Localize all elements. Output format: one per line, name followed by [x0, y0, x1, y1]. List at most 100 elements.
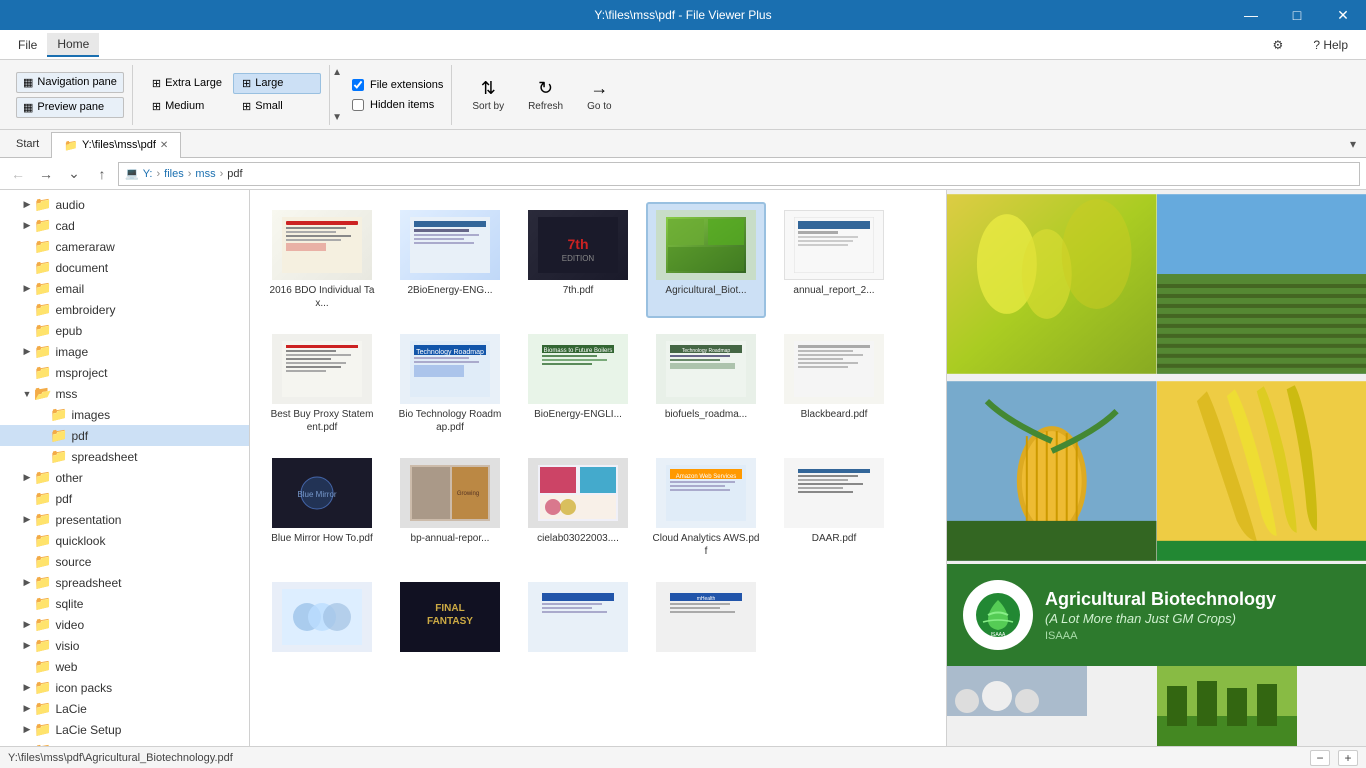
- file-item[interactable]: DAAR.pdf: [774, 450, 894, 566]
- file-item[interactable]: Blue Mirror Blue Mirror How To.pdf: [262, 450, 382, 566]
- minimize-button[interactable]: —: [1228, 0, 1274, 30]
- sidebar-item-document[interactable]: 📁 document: [0, 257, 249, 278]
- sidebar-item-mss-images[interactable]: 📁 images: [0, 404, 249, 425]
- refresh-icon: ↻: [538, 78, 553, 99]
- file-item[interactable]: Blackbeard.pdf: [774, 326, 894, 442]
- zoom-out-button[interactable]: −: [1310, 750, 1330, 766]
- zoom-in-button[interactable]: +: [1338, 750, 1358, 766]
- sidebar-item-vm[interactable]: ▶ 📁 vm: [0, 740, 249, 746]
- sidebar-item-presentation[interactable]: ▶ 📁 presentation: [0, 509, 249, 530]
- sidebar-item-image[interactable]: ▶ 📁 image: [0, 341, 249, 362]
- folder-icon: 📁: [34, 217, 51, 234]
- file-item[interactable]: [262, 574, 382, 664]
- sidebar-item-pdf[interactable]: 📁 pdf: [0, 488, 249, 509]
- back-button[interactable]: ←: [6, 162, 30, 186]
- preview-image-cell-2: [1157, 190, 1366, 377]
- navigation-pane-button[interactable]: ▦ Navigation pane: [16, 72, 124, 93]
- folder-icon: 📁: [34, 196, 51, 213]
- file-item[interactable]: Technology Roadmap Bio Technology Roadma…: [390, 326, 510, 442]
- file-name: Blackbeard.pdf: [801, 408, 868, 421]
- sidebar-item-epub[interactable]: 📁 epub: [0, 320, 249, 341]
- sidebar-item-other[interactable]: ▶ 📁 other: [0, 467, 249, 488]
- menu-home[interactable]: Home: [47, 33, 99, 57]
- sidebar-item-lacie-setup[interactable]: ▶ 📁 LaCie Setup: [0, 719, 249, 740]
- sidebar-item-source[interactable]: 📁 source: [0, 551, 249, 572]
- breadcrumb-mss[interactable]: mss: [195, 168, 215, 180]
- file-item[interactable]: Technology Roadmap biofuels_roadma...: [646, 326, 766, 442]
- file-item[interactable]: annual_report_2...: [774, 202, 894, 318]
- large-button[interactable]: ⊞ Large: [233, 73, 321, 94]
- close-button[interactable]: ✕: [1320, 0, 1366, 30]
- folder-icon: 📁: [34, 574, 51, 591]
- file-grid-container: 2016 BDO Individual Tax... 2BioEnergy-EN…: [250, 190, 946, 746]
- file-item[interactable]: FINAL FANTASY: [390, 574, 510, 664]
- file-extensions-checkbox[interactable]: [352, 79, 364, 91]
- extra-large-button[interactable]: ⊞ Extra Large: [143, 73, 231, 94]
- file-item[interactable]: 2BioEnergy-ENG...: [390, 202, 510, 318]
- sort-by-button[interactable]: ⇅ Sort by: [462, 67, 514, 123]
- hidden-items-checkbox-row[interactable]: Hidden items: [352, 97, 443, 113]
- sidebar-item-cad[interactable]: ▶ 📁 cad: [0, 215, 249, 236]
- maximize-button[interactable]: □: [1274, 0, 1320, 30]
- sidebar-item-quicklook[interactable]: 📁 quicklook: [0, 530, 249, 551]
- file-item[interactable]: cielab03022003....: [518, 450, 638, 566]
- breadcrumb-y[interactable]: Y:: [143, 168, 153, 180]
- preview-pane-button[interactable]: ▦ Preview pane: [16, 97, 124, 118]
- preview-pane: ISAAA Agricultural Biotechnology (A Lot …: [946, 190, 1366, 746]
- up-button[interactable]: ↑: [90, 162, 114, 186]
- sidebar-item-icon-packs[interactable]: ▶ 📁 icon packs: [0, 677, 249, 698]
- sidebar-item-msproject[interactable]: 📁 msproject: [0, 362, 249, 383]
- tabs-dropdown[interactable]: ▾: [1344, 137, 1362, 151]
- ribbon-size-group: ⊞ Extra Large ⊞ Large ⊞ Medium ⊞ Small: [135, 65, 330, 125]
- file-item-selected[interactable]: Agricultural_Biot...: [646, 202, 766, 318]
- refresh-button[interactable]: ↻ Refresh: [518, 67, 573, 123]
- file-item[interactable]: Growing bp-annual-repor...: [390, 450, 510, 566]
- file-thumbnail: mHealth: [656, 582, 756, 652]
- sidebar-item-mss[interactable]: ▼ 📂 mss: [0, 383, 249, 404]
- sidebar-item-sqlite[interactable]: 📁 sqlite: [0, 593, 249, 614]
- file-thumbnail: [272, 582, 372, 652]
- svg-text:FANTASY: FANTASY: [427, 616, 473, 627]
- expand-button[interactable]: ⌄: [62, 162, 86, 186]
- file-item[interactable]: [518, 574, 638, 664]
- file-item[interactable]: mHealth: [646, 574, 766, 664]
- nav-pane-icon: ▦: [23, 76, 33, 89]
- file-thumbnail: FINAL FANTASY: [400, 582, 500, 652]
- tab-pdf[interactable]: 📁 Y:\files\mss\pdf ✕: [51, 132, 181, 158]
- sidebar-item-visio[interactable]: ▶ 📁 visio: [0, 635, 249, 656]
- ribbon-collapse-up[interactable]: ▲: [332, 67, 342, 78]
- file-item[interactable]: 2016 BDO Individual Tax...: [262, 202, 382, 318]
- sidebar-item-mss-pdf[interactable]: 📁 pdf: [0, 425, 249, 446]
- sidebar-item-web[interactable]: 📁 web: [0, 656, 249, 677]
- file-extensions-checkbox-row[interactable]: File extensions: [352, 77, 443, 93]
- menu-settings[interactable]: ⚙: [1263, 34, 1294, 56]
- sidebar-item-email[interactable]: ▶ 📁 email: [0, 278, 249, 299]
- file-thumbnail: [400, 210, 500, 280]
- menu-help[interactable]: ? Help: [1303, 34, 1358, 56]
- sidebar-item-cameraraw[interactable]: 📁 cameraraw: [0, 236, 249, 257]
- preview-image-cell-5: [947, 666, 1157, 746]
- tab-start[interactable]: Start: [4, 134, 51, 154]
- sidebar-item-lacie[interactable]: ▶ 📁 LaCie: [0, 698, 249, 719]
- menu-file[interactable]: File: [8, 34, 47, 56]
- breadcrumb[interactable]: 💻 Y: › files › mss › pdf: [118, 162, 1360, 186]
- ribbon-collapse-down[interactable]: ▼: [332, 112, 342, 123]
- file-item[interactable]: 7th EDITION 7th.pdf: [518, 202, 638, 318]
- file-item[interactable]: Amazon Web Services Cloud Analytics AWS.…: [646, 450, 766, 566]
- tab-close-button[interactable]: ✕: [160, 140, 168, 151]
- breadcrumb-files[interactable]: files: [164, 168, 184, 180]
- small-button[interactable]: ⊞ Small: [233, 96, 321, 117]
- sidebar-item-mss-spreadsheet[interactable]: 📁 spreadsheet: [0, 446, 249, 467]
- svg-text:EDITION: EDITION: [562, 254, 595, 263]
- medium-button[interactable]: ⊞ Medium: [143, 96, 231, 117]
- sidebar-item-audio[interactable]: ▶ 📁 audio: [0, 194, 249, 215]
- file-item[interactable]: Biomass to Future Boilers BioEnergy-ENGL…: [518, 326, 638, 442]
- folder-icon: 📁: [50, 448, 67, 465]
- forward-button[interactable]: →: [34, 162, 58, 186]
- sidebar-item-video[interactable]: ▶ 📁 video: [0, 614, 249, 635]
- sidebar-item-spreadsheet[interactable]: ▶ 📁 spreadsheet: [0, 572, 249, 593]
- hidden-items-checkbox[interactable]: [352, 99, 364, 111]
- go-to-button[interactable]: → Go to: [577, 67, 621, 123]
- sidebar-item-embroidery[interactable]: 📁 embroidery: [0, 299, 249, 320]
- file-item[interactable]: Best Buy Proxy Statement.pdf: [262, 326, 382, 442]
